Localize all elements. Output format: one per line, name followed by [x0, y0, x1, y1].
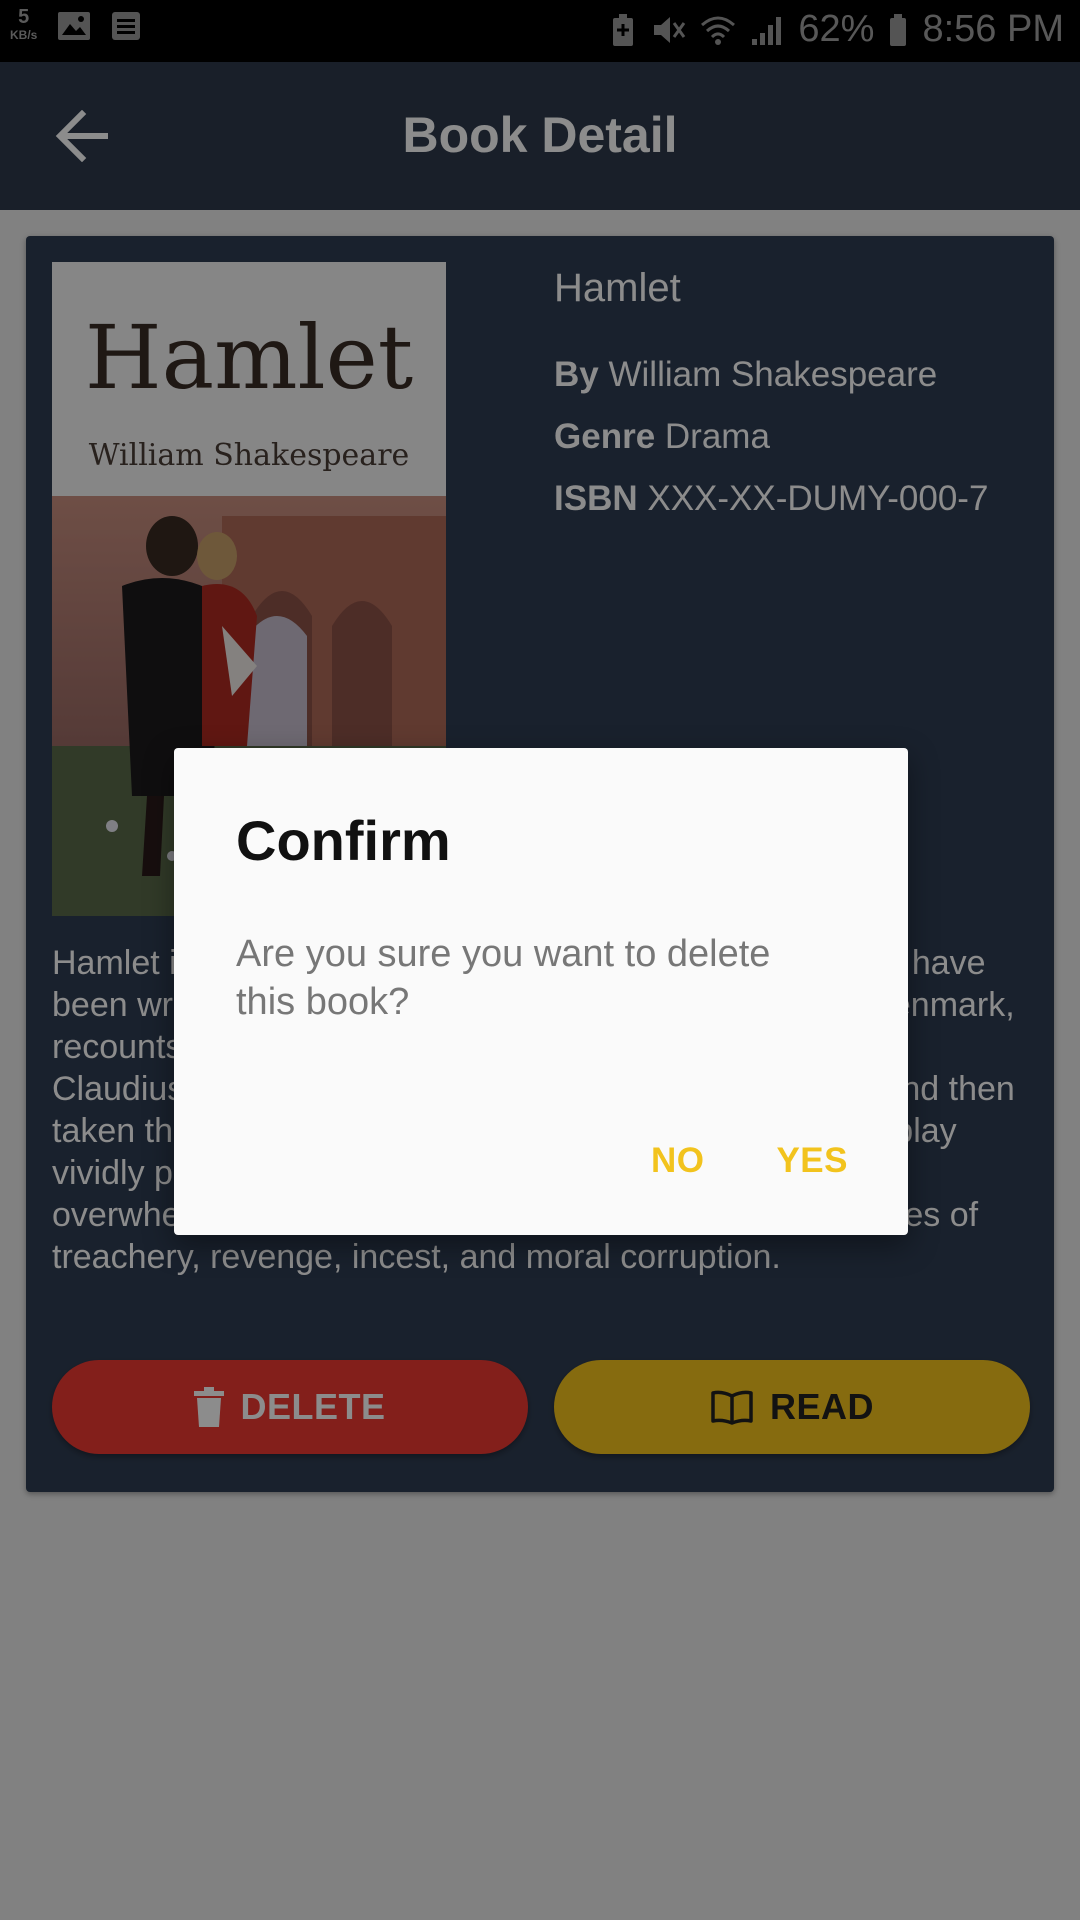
no-button[interactable]: NO	[651, 1141, 705, 1181]
confirm-dialog: Confirm Are you sure you want to delete …	[174, 748, 908, 1235]
dialog-message: Are you sure you want to delete this boo…	[236, 933, 771, 1023]
dialog-title: Confirm	[236, 809, 451, 872]
dialog-actions: NO YES	[651, 1141, 848, 1181]
yes-button[interactable]: YES	[776, 1141, 848, 1181]
